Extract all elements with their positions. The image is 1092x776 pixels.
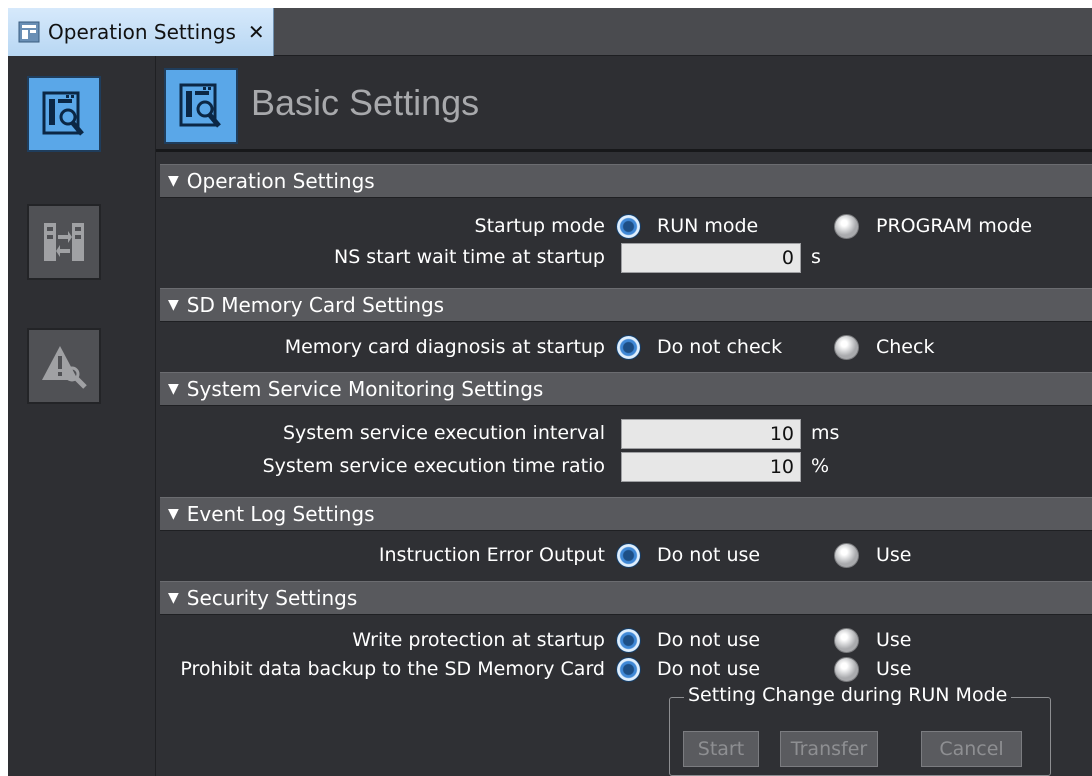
ns-wait-input[interactable]: 0 xyxy=(621,243,801,273)
run-mode-radio[interactable] xyxy=(616,214,641,239)
instruction-error-label: Instruction Error Output xyxy=(378,544,605,566)
section-title: System Service Monitoring Settings xyxy=(186,377,544,401)
program-mode-radio[interactable] xyxy=(834,214,859,239)
prohibit-backup-row: Prohibit data backup to the SD Memory Ca… xyxy=(156,655,1092,685)
collapse-triangle-icon: ▼ xyxy=(168,381,179,397)
write-use-radio[interactable] xyxy=(834,628,859,653)
instruction-error-row: Instruction Error Output Do not use Use xyxy=(156,541,1092,571)
service-ratio-input[interactable]: 10 xyxy=(621,452,801,482)
check-option-label: Check xyxy=(876,336,935,358)
settings-content: ▼ Operation Settings Startup mode RUN mo… xyxy=(156,157,1092,776)
section-title: Event Log Settings xyxy=(186,502,375,526)
settings-page-icon xyxy=(42,91,84,136)
section-header-security[interactable]: ▼ Security Settings xyxy=(160,581,1092,615)
section-title: SD Memory Card Settings xyxy=(186,293,445,317)
do-not-check-radio[interactable] xyxy=(616,335,641,360)
tab-strip: Operation Settings ✕ xyxy=(8,8,1092,56)
startup-mode-label: Startup mode xyxy=(474,215,605,237)
prohibit-backup-label: Prohibit data backup to the SD Memory Ca… xyxy=(180,658,605,680)
error-do-not-use-radio[interactable] xyxy=(616,543,641,568)
collapse-triangle-icon: ▼ xyxy=(168,506,179,522)
service-ratio-label: System service execution time ratio xyxy=(262,455,605,477)
basic-settings-nav-button[interactable] xyxy=(27,76,101,152)
io-map-nav-button[interactable] xyxy=(27,204,101,280)
check-radio[interactable] xyxy=(834,335,859,360)
collapse-triangle-icon: ▼ xyxy=(168,173,179,189)
ns-wait-label: NS start wait time at startup xyxy=(333,246,605,268)
backup-use-option-label: Use xyxy=(876,658,912,680)
io-map-icon xyxy=(44,223,84,261)
warning-wrench-icon xyxy=(42,346,87,389)
collapse-triangle-icon: ▼ xyxy=(168,297,179,313)
card-diagnosis-label: Memory card diagnosis at startup xyxy=(284,336,605,358)
section-header-operation[interactable]: ▼ Operation Settings xyxy=(160,164,1092,198)
service-interval-input[interactable]: 10 xyxy=(621,419,801,449)
section-header-sd-card[interactable]: ▼ SD Memory Card Settings xyxy=(160,288,1092,322)
write-do-not-use-radio[interactable] xyxy=(616,628,641,653)
start-button[interactable]: Start xyxy=(683,731,759,767)
section-header-service-monitoring[interactable]: ▼ System Service Monitoring Settings xyxy=(160,372,1092,406)
ns-wait-unit: s xyxy=(811,246,821,268)
settings-page-icon xyxy=(18,21,40,43)
tab-operation-settings[interactable]: Operation Settings ✕ xyxy=(8,8,274,56)
section-header-event-log[interactable]: ▼ Event Log Settings xyxy=(160,497,1092,531)
service-ratio-row: System service execution time ratio 10 % xyxy=(156,452,1092,482)
section-title: Security Settings xyxy=(186,586,358,610)
backup-do-not-use-radio[interactable] xyxy=(616,657,641,682)
write-use-option-label: Use xyxy=(876,629,912,651)
close-icon[interactable]: ✕ xyxy=(248,22,265,42)
page-header: Basic Settings xyxy=(156,56,1092,152)
write-protection-label: Write protection at startup xyxy=(352,629,605,651)
transfer-button[interactable]: Transfer xyxy=(780,731,878,767)
error-use-radio[interactable] xyxy=(834,543,859,568)
collapse-triangle-icon: ▼ xyxy=(168,590,179,606)
service-interval-row: System service execution interval 10 ms xyxy=(156,419,1092,449)
error-use-option-label: Use xyxy=(876,544,912,566)
backup-use-radio[interactable] xyxy=(834,657,859,682)
startup-mode-row: Startup mode RUN mode PROGRAM mode xyxy=(156,212,1092,242)
do-not-check-option-label: Do not check xyxy=(657,336,783,358)
ns-wait-row: NS start wait time at startup 0 s xyxy=(156,243,1092,273)
service-ratio-unit: % xyxy=(811,455,830,477)
service-interval-label: System service execution interval xyxy=(282,422,605,444)
settings-page-icon xyxy=(164,68,238,144)
cancel-button[interactable]: Cancel xyxy=(921,731,1022,767)
group-title: Setting Change during RUN Mode xyxy=(684,684,1012,706)
write-protection-row: Write protection at startup Do not use U… xyxy=(156,626,1092,656)
left-navigation-rail xyxy=(8,56,156,776)
tab-label: Operation Settings xyxy=(48,20,236,44)
backup-do-not-use-option-label: Do not use xyxy=(657,658,761,680)
editor-window: Operation Settings ✕ Basic Settings ▼ Op… xyxy=(8,8,1092,776)
card-diagnosis-row: Memory card diagnosis at startup Do not … xyxy=(156,333,1092,363)
controller-diagnostics-nav-button[interactable] xyxy=(27,328,101,404)
page-title: Basic Settings xyxy=(251,82,480,123)
service-interval-unit: ms xyxy=(811,422,840,444)
program-mode-option-label: PROGRAM mode xyxy=(876,215,1033,237)
write-do-not-use-option-label: Do not use xyxy=(657,629,761,651)
error-do-not-use-option-label: Do not use xyxy=(657,544,761,566)
run-mode-option-label: RUN mode xyxy=(657,215,759,237)
section-title: Operation Settings xyxy=(186,169,375,193)
run-mode-change-group: Setting Change during RUN Mode Start Tra… xyxy=(669,684,1051,776)
